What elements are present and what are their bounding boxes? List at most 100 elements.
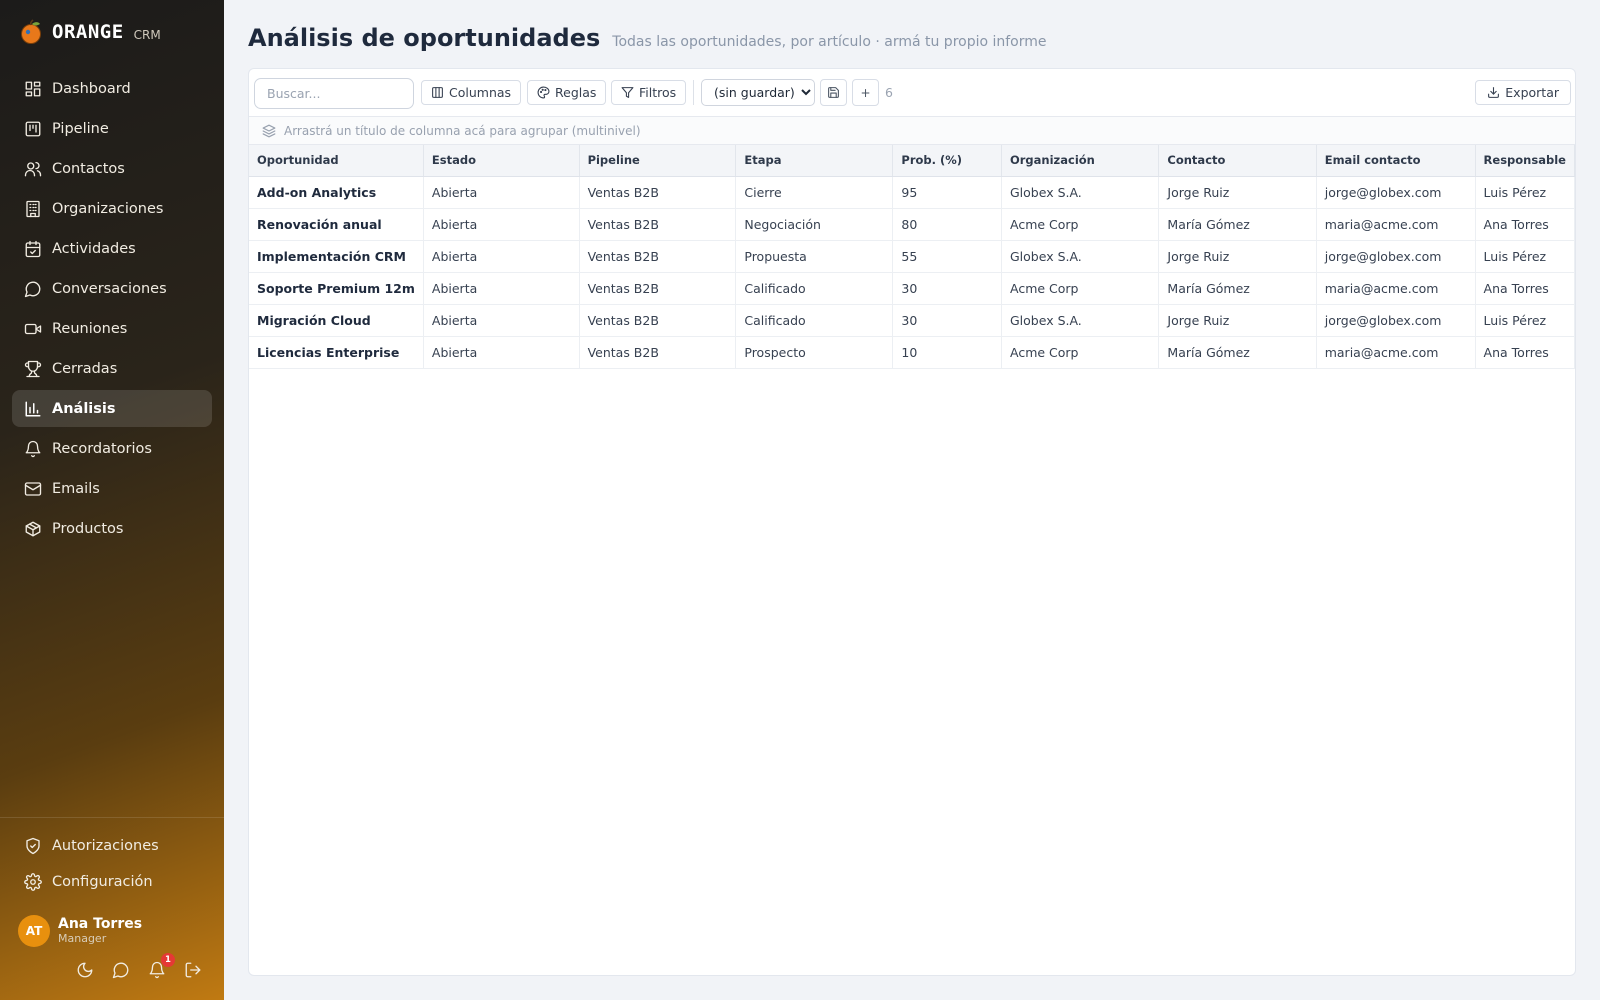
rules-button[interactable]: Reglas <box>527 80 607 105</box>
column-header-contacto[interactable]: Contacto <box>1158 145 1317 177</box>
cell-oportunidad: Add-on Analytics <box>249 176 424 209</box>
table-row[interactable]: Add-on Analytics Abierta Ventas B2B Cierre 9… <box>249 176 1575 209</box>
cell-email-contacto: maria@acme.com <box>1316 208 1476 241</box>
bottom-nav: Autorizaciones Configuración <box>12 829 212 901</box>
brand-name: ORANGE <box>52 21 124 43</box>
nav-item-autorizaciones[interactable]: Autorizaciones <box>12 829 212 863</box>
toolbar-divider <box>693 80 694 105</box>
cell-estado: Abierta <box>423 240 580 273</box>
nav-item-label: Recordatorios <box>52 440 152 457</box>
export-button[interactable]: Exportar <box>1475 80 1571 105</box>
logout-button[interactable] <box>184 961 202 979</box>
cell-oportunidad: Implementación CRM <box>249 240 424 273</box>
columns-label: Columnas <box>449 85 512 100</box>
cell-prob: 30 <box>892 304 1002 337</box>
mail-icon <box>24 481 42 496</box>
nav-item-label: Conversaciones <box>52 280 167 297</box>
nav-item-organizaciones[interactable]: Organizaciones <box>12 190 212 227</box>
save-view-button[interactable] <box>820 79 847 106</box>
notifications-button[interactable]: 1 <box>148 953 175 979</box>
video-icon <box>24 323 42 334</box>
table-row[interactable]: Renovación anual Abierta Ventas B2B Negocia… <box>249 208 1575 241</box>
nav-item-label: Análisis <box>52 400 116 417</box>
nav-item-label: Autorizaciones <box>52 838 159 854</box>
cell-prob: 30 <box>892 272 1002 305</box>
cell-responsable: Ana Torres <box>1475 208 1575 241</box>
cell-contacto: Jorge Ruiz <box>1158 240 1317 273</box>
palette-icon <box>537 86 550 99</box>
chat-button[interactable] <box>112 961 130 979</box>
search-input[interactable] <box>254 78 414 109</box>
table-row[interactable]: Soporte Premium 12m Abierta Ventas B2B Cali… <box>249 272 1575 305</box>
user-name: Ana Torres <box>58 916 143 932</box>
table-row[interactable]: Licencias Enterprise Abierta Ventas B2B Pro… <box>249 336 1575 369</box>
orange-logo-icon <box>21 19 41 44</box>
bell-icon <box>25 440 41 457</box>
cell-prob: 55 <box>892 240 1002 273</box>
saved-view-select[interactable]: (sin guardar) <box>701 79 815 106</box>
brand-sub: CRM <box>133 27 161 42</box>
nav-item-emails[interactable]: Emails <box>12 470 212 507</box>
cell-pipeline: Ventas B2B <box>579 304 737 337</box>
nav-item-analisis[interactable]: Análisis <box>12 390 212 427</box>
columns-button[interactable]: Columnas <box>421 80 522 105</box>
nav-item-label: Actividades <box>52 240 136 257</box>
cell-organizacion: Acme Corp <box>1001 336 1160 369</box>
filters-button[interactable]: Filtros <box>611 80 687 105</box>
cell-responsable: Luis Pérez <box>1475 240 1575 273</box>
analysis-panel: Columnas Reglas Filtros (sin guardar) + … <box>248 68 1576 976</box>
nav-item-actividades[interactable]: Actividades <box>12 230 212 267</box>
nav-item-label: Productos <box>52 520 124 537</box>
brand[interactable]: ORANGE CRM <box>18 16 161 48</box>
nav-item-reuniones[interactable]: Reuniones <box>12 310 212 347</box>
cell-organizacion: Globex S.A. <box>1001 304 1160 337</box>
column-header-estado[interactable]: Estado <box>423 145 580 177</box>
cell-oportunidad: Licencias Enterprise <box>249 336 424 369</box>
add-view-button[interactable]: + <box>852 79 879 106</box>
column-header-etapa[interactable]: Etapa <box>735 145 894 177</box>
main-nav: Dashboard Pipeline Contactos Organizacio… <box>12 70 212 550</box>
cell-etapa: Calificado <box>735 272 894 305</box>
nav-item-configuracion[interactable]: Configuración <box>12 865 212 899</box>
nav-item-recordatorios[interactable]: Recordatorios <box>12 430 212 467</box>
cell-etapa: Prospecto <box>735 336 894 369</box>
shield-check-icon <box>26 837 40 855</box>
cell-oportunidad: Renovación anual <box>249 208 424 241</box>
column-header-email-contacto[interactable]: Email contacto <box>1316 145 1476 177</box>
column-header-responsable[interactable]: Responsable <box>1475 145 1575 177</box>
nav-item-label: Organizaciones <box>52 200 164 217</box>
nav-item-cerradas[interactable]: Cerradas <box>12 350 212 387</box>
chat-icon <box>112 962 129 979</box>
column-header-prob[interactable]: Prob. (%) <box>892 145 1002 177</box>
kanban-icon <box>25 121 41 136</box>
nav-item-conversaciones[interactable]: Conversaciones <box>12 270 212 307</box>
nav-item-dashboard[interactable]: Dashboard <box>12 70 212 107</box>
cell-organizacion: Globex S.A. <box>1001 176 1160 209</box>
cell-email-contacto: jorge@globex.com <box>1316 304 1476 337</box>
table-row[interactable]: Migración Cloud Abierta Ventas B2B Califica… <box>249 304 1575 337</box>
nav-item-productos[interactable]: Productos <box>12 510 212 547</box>
calendar-check-icon <box>25 240 41 257</box>
user-profile[interactable]: AT Ana Torres Manager <box>18 915 142 947</box>
cell-email-contacto: maria@acme.com <box>1316 336 1476 369</box>
sidebar: ORANGE CRM Dashboard Pipeline Contactos … <box>0 0 224 1000</box>
nav-item-label: Contactos <box>52 160 125 177</box>
column-header-organizacion[interactable]: Organización <box>1001 145 1160 177</box>
table-row[interactable]: Implementación CRM Abierta Ventas B2B Propu… <box>249 240 1575 273</box>
nav-item-contactos[interactable]: Contactos <box>12 150 212 187</box>
cell-prob: 80 <box>892 208 1002 241</box>
cell-etapa: Propuesta <box>735 240 894 273</box>
column-header-pipeline[interactable]: Pipeline <box>579 145 737 177</box>
nav-item-pipeline[interactable]: Pipeline <box>12 110 212 147</box>
group-drop-zone[interactable]: Arrastrá un título de columna acá para a… <box>249 117 1575 145</box>
cell-prob: 95 <box>892 176 1002 209</box>
page-subtitle: Todas las oportunidades, por artículo · … <box>612 34 1047 50</box>
user-role: Manager <box>58 932 107 945</box>
theme-toggle-button[interactable] <box>76 961 94 979</box>
trophy-icon <box>24 360 42 377</box>
cell-etapa: Cierre <box>735 176 894 209</box>
sidebar-divider <box>0 817 224 818</box>
cell-organizacion: Acme Corp <box>1001 208 1160 241</box>
column-header-oportunidad[interactable]: Oportunidad <box>249 145 424 177</box>
cell-contacto: María Gómez <box>1158 336 1317 369</box>
